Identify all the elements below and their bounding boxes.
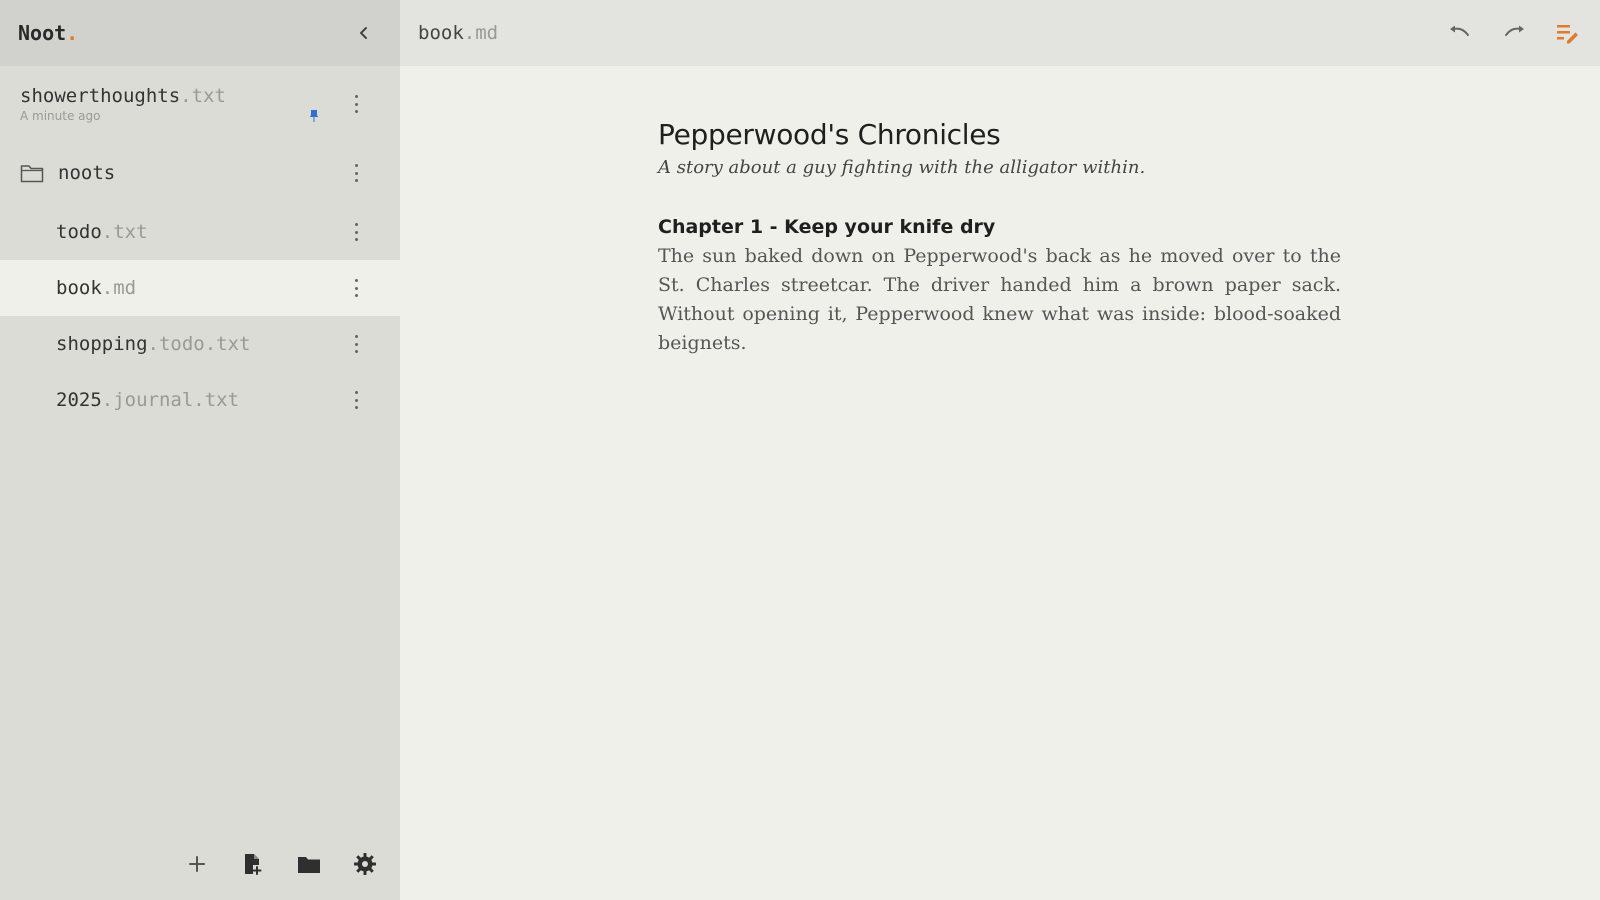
document-content: Pepperwood's Chronicles A story about a … xyxy=(658,118,1341,358)
plus-icon xyxy=(189,856,205,872)
editor-topbar: book.md xyxy=(400,0,1600,66)
file-basename: shopping xyxy=(56,333,148,355)
file-options-button[interactable] xyxy=(350,277,362,299)
brand-name: Noot xyxy=(18,21,67,45)
add-button[interactable] xyxy=(184,851,210,877)
file-extension: .md xyxy=(101,277,137,299)
file-extension: .txt xyxy=(101,221,148,243)
app-window: Noot. showerthoughts.txt A minute ago no… xyxy=(0,0,1600,900)
sidebar-footer xyxy=(0,828,400,900)
file-options-button[interactable] xyxy=(350,93,362,115)
sidebar: Noot. showerthoughts.txt A minute ago no… xyxy=(0,0,400,900)
brand-dot: . xyxy=(66,21,79,45)
file-item-pinned[interactable]: showerthoughts.txt A minute ago xyxy=(0,66,400,142)
file-basename: showerthoughts xyxy=(20,85,181,107)
edit-mode-button[interactable] xyxy=(1554,19,1582,47)
folder-outline-icon xyxy=(20,165,44,183)
file-name: showerthoughts.txt xyxy=(20,85,226,107)
settings-button[interactable] xyxy=(352,851,378,877)
file-item-shopping[interactable]: shopping .todo.txt xyxy=(0,316,400,372)
file-extension: .todo.txt xyxy=(147,333,251,355)
undo-button[interactable] xyxy=(1446,19,1474,47)
gear-icon xyxy=(354,853,376,875)
redo-icon xyxy=(1505,25,1524,36)
file-list: showerthoughts.txt A minute ago noots to… xyxy=(0,66,400,828)
document-filename: book.md xyxy=(418,22,498,44)
editor-toolbar xyxy=(1446,19,1582,47)
new-file-button[interactable] xyxy=(240,851,266,877)
folder-name: noots xyxy=(58,162,116,184)
file-item-todo[interactable]: todo .txt xyxy=(0,204,400,260)
collapse-sidebar-button[interactable] xyxy=(350,19,378,47)
folder-icon xyxy=(298,857,320,873)
pin-icon xyxy=(310,110,318,122)
app-brand: Noot. xyxy=(18,21,78,45)
chapter-heading: Chapter 1 - Keep your knife dry xyxy=(658,216,996,238)
undo-icon xyxy=(1450,25,1469,36)
edit-mode-icon xyxy=(1557,25,1578,44)
chapter-paragraph: The sun baked down on Pepperwood's back … xyxy=(658,245,1341,354)
main-panel: book.md Pepperwood's Chronicles A story … xyxy=(400,0,1600,900)
file-item-book[interactable]: book .md xyxy=(0,260,400,316)
file-item-journal[interactable]: 2025 .journal.txt xyxy=(0,372,400,428)
new-folder-button[interactable] xyxy=(296,851,322,877)
file-modified-time: A minute ago xyxy=(20,109,101,123)
chevron-left-icon xyxy=(360,27,367,39)
file-options-button[interactable] xyxy=(350,389,362,411)
file-extension: .journal.txt xyxy=(101,389,240,411)
redo-button[interactable] xyxy=(1500,19,1528,47)
file-options-button[interactable] xyxy=(350,221,362,243)
new-file-icon xyxy=(245,854,262,875)
file-extension: .txt xyxy=(180,85,226,107)
document-tagline: A story about a guy fighting with the al… xyxy=(658,157,1146,178)
document-editor[interactable]: Pepperwood's Chronicles A story about a … xyxy=(400,66,1600,900)
document-extension: .md xyxy=(463,22,499,44)
sidebar-header: Noot. xyxy=(0,0,400,66)
document-basename: book xyxy=(418,22,464,44)
folder-item-noots[interactable]: noots xyxy=(0,142,400,204)
file-basename: 2025 xyxy=(56,389,102,411)
folder-options-button[interactable] xyxy=(350,162,362,184)
file-basename: todo xyxy=(56,221,102,243)
file-options-button[interactable] xyxy=(350,333,362,355)
document-title: Pepperwood's Chronicles xyxy=(658,118,1001,151)
file-basename: book xyxy=(56,277,102,299)
